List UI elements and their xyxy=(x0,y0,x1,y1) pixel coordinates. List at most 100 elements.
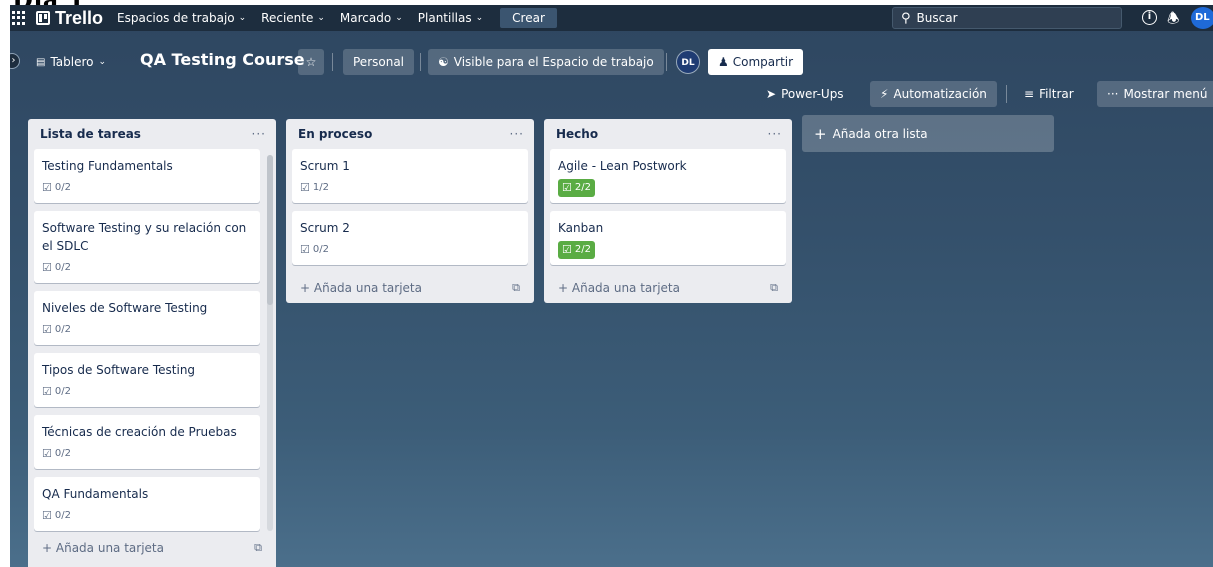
card-template-icon[interactable]: ⧉ xyxy=(254,541,262,555)
card[interactable]: Scrum 2 ☑ 0/2 xyxy=(292,211,528,265)
share-button[interactable]: ♟ Compartir xyxy=(708,49,804,75)
card-template-icon[interactable]: ⧉ xyxy=(512,281,520,295)
card[interactable]: Software Testing y su relación con el SD… xyxy=(34,211,260,283)
add-card-label: Añada una tarjeta xyxy=(313,281,422,295)
plus-icon: + xyxy=(300,281,311,295)
board-view-switcher[interactable]: ▤ Tablero ⌄ xyxy=(32,49,110,75)
nav-workspaces[interactable]: Espacios de trabajo ⌄ xyxy=(117,11,246,25)
info-icon[interactable]: i xyxy=(1142,10,1157,25)
card[interactable]: QA Fundamentals ☑ 0/2 xyxy=(34,477,260,531)
notification-bell-icon[interactable]: 🕭 xyxy=(1167,8,1180,32)
workspace-personal-button[interactable]: Personal xyxy=(343,49,415,75)
create-button[interactable]: Crear xyxy=(500,8,557,28)
card[interactable]: Scrum 1 ☑ 1/2 xyxy=(292,149,528,203)
checklist-count: 0/2 xyxy=(312,244,329,255)
visibility-label: Visible para el Espacio de trabajo xyxy=(453,55,654,69)
card-template-icon[interactable]: ⧉ xyxy=(770,281,778,295)
card[interactable]: Agile - Lean Postwork ☑ 2/2 xyxy=(550,149,786,203)
rocket-icon: ➤ xyxy=(766,87,777,101)
card-title: Kanban xyxy=(558,221,604,235)
list-title[interactable]: Lista de tareas xyxy=(40,127,141,141)
filter-label: Filtrar xyxy=(1039,87,1074,101)
filter-button[interactable]: ≡ Filtrar xyxy=(1016,81,1082,107)
list-menu-icon[interactable]: ··· xyxy=(768,127,782,141)
checklist-count: 0/2 xyxy=(54,386,71,397)
add-card-button[interactable]: + Añada una tarjeta ⧉ xyxy=(28,533,276,563)
card[interactable]: Testing Fundamentals ☑ 0/2 xyxy=(34,149,260,203)
nav-recent-label: Reciente xyxy=(261,11,314,25)
automation-button[interactable]: ⚡ Automatización xyxy=(870,81,997,107)
chevron-right-icon[interactable]: › xyxy=(10,53,20,69)
card[interactable]: Técnicas de creación de Pruebas ☑ 0/2 xyxy=(34,415,260,469)
visibility-button[interactable]: ☯ Visible para el Espacio de trabajo xyxy=(428,49,664,75)
checklist-icon: ☑ xyxy=(562,243,572,256)
user-avatar[interactable]: DL xyxy=(1191,7,1213,29)
checklist-badge: ☑ 0/2 xyxy=(42,179,74,197)
list-title[interactable]: Hecho xyxy=(556,127,598,141)
card[interactable]: Niveles de Software Testing ☑ 0/2 xyxy=(34,291,260,345)
list-title[interactable]: En proceso xyxy=(298,127,372,141)
card[interactable]: Tipos de Software Testing ☑ 0/2 xyxy=(34,353,260,407)
checklist-count: 2/2 xyxy=(574,244,591,255)
star-icon: ☆ xyxy=(305,55,317,69)
power-ups-button[interactable]: ➤ Power-Ups xyxy=(758,81,852,107)
nav-templates-label: Plantillas xyxy=(417,11,472,25)
list-en-proceso: En proceso ··· Scrum 1 ☑ 1/2 Scrum 2 ☑ 0/2… xyxy=(286,119,534,303)
nav-recent[interactable]: Reciente ⌄ xyxy=(261,11,325,25)
search-placeholder: Buscar xyxy=(916,11,958,25)
chevron-down-icon: ⌄ xyxy=(395,13,403,23)
add-card-label: Añada una tarjeta xyxy=(571,281,680,295)
list-scrollbar-thumb[interactable] xyxy=(267,155,273,305)
chevron-down-icon: ⌄ xyxy=(238,13,247,23)
add-person-icon: ♟ xyxy=(718,55,729,69)
checklist-icon: ☑ xyxy=(562,181,572,194)
add-list-label: Añada otra lista xyxy=(832,126,928,141)
board-view-icon: ▤ xyxy=(36,56,46,68)
star-board-button[interactable]: ☆ xyxy=(298,49,324,75)
card-title: Tipos de Software Testing xyxy=(42,363,196,377)
people-icon: ☯ xyxy=(438,55,449,69)
add-list-button[interactable]: + Añada otra lista xyxy=(802,115,1054,152)
list-menu-icon[interactable]: ··· xyxy=(252,127,266,141)
nav-starred-label: Marcado xyxy=(339,11,392,25)
add-card-button[interactable]: + Añada una tarjeta ⧉ xyxy=(286,273,534,303)
checklist-icon: ☑ xyxy=(42,261,52,274)
checklist-count: 2/2 xyxy=(574,182,591,193)
checklist-badge: ☑ 1/2 xyxy=(300,179,332,197)
filter-icon: ≡ xyxy=(1024,87,1035,101)
app-switcher-icon[interactable] xyxy=(12,11,26,25)
search-input[interactable]: ⚲ Buscar xyxy=(892,7,1122,29)
plus-icon: + xyxy=(814,124,827,143)
top-navigation-bar: Trello Espacios de trabajo ⌄ Reciente ⌄ … xyxy=(10,5,1213,31)
board-title[interactable]: QA Testing Course xyxy=(140,50,305,69)
checklist-count: 0/2 xyxy=(54,324,71,335)
card-title: Software Testing y su relación con el SD… xyxy=(42,221,247,253)
header-divider xyxy=(1006,85,1007,103)
add-card-label: Añada una tarjeta xyxy=(55,541,164,555)
member-avatar[interactable]: DL xyxy=(676,50,700,74)
plus-icon: + xyxy=(558,281,569,295)
plus-icon: + xyxy=(42,541,53,555)
card-title: Scrum 1 xyxy=(300,159,350,173)
nav-starred[interactable]: Marcado ⌄ xyxy=(340,11,403,25)
nav-workspaces-label: Espacios de trabajo xyxy=(117,11,235,25)
checklist-badge: ☑ 0/2 xyxy=(42,259,74,277)
checklist-icon: ☑ xyxy=(42,181,52,194)
list-cards: Agile - Lean Postwork ☑ 2/2 Kanban ☑ 2/2 xyxy=(544,149,792,265)
list-header[interactable]: Lista de tareas ··· xyxy=(28,119,276,149)
checklist-icon: ☑ xyxy=(42,323,52,336)
card-title: Testing Fundamentals xyxy=(42,159,173,173)
list-menu-icon[interactable]: ··· xyxy=(510,127,524,141)
add-card-button[interactable]: + Añada una tarjeta ⧉ xyxy=(544,273,792,303)
list-header[interactable]: Hecho ··· xyxy=(544,119,792,149)
checklist-icon: ☑ xyxy=(42,385,52,398)
card[interactable]: Kanban ☑ 2/2 xyxy=(550,211,786,265)
checklist-icon: ☑ xyxy=(300,243,310,256)
nav-templates[interactable]: Plantillas ⌄ xyxy=(418,11,483,25)
trello-window: Trello Espacios de trabajo ⌄ Reciente ⌄ … xyxy=(10,5,1213,567)
search-icon: ⚲ xyxy=(901,10,911,26)
trello-logo[interactable]: Trello xyxy=(36,8,103,29)
chevron-down-icon: ⌄ xyxy=(98,57,107,67)
list-header[interactable]: En proceso ··· xyxy=(286,119,534,149)
show-menu-button[interactable]: ··· Mostrar menú xyxy=(1097,81,1213,107)
